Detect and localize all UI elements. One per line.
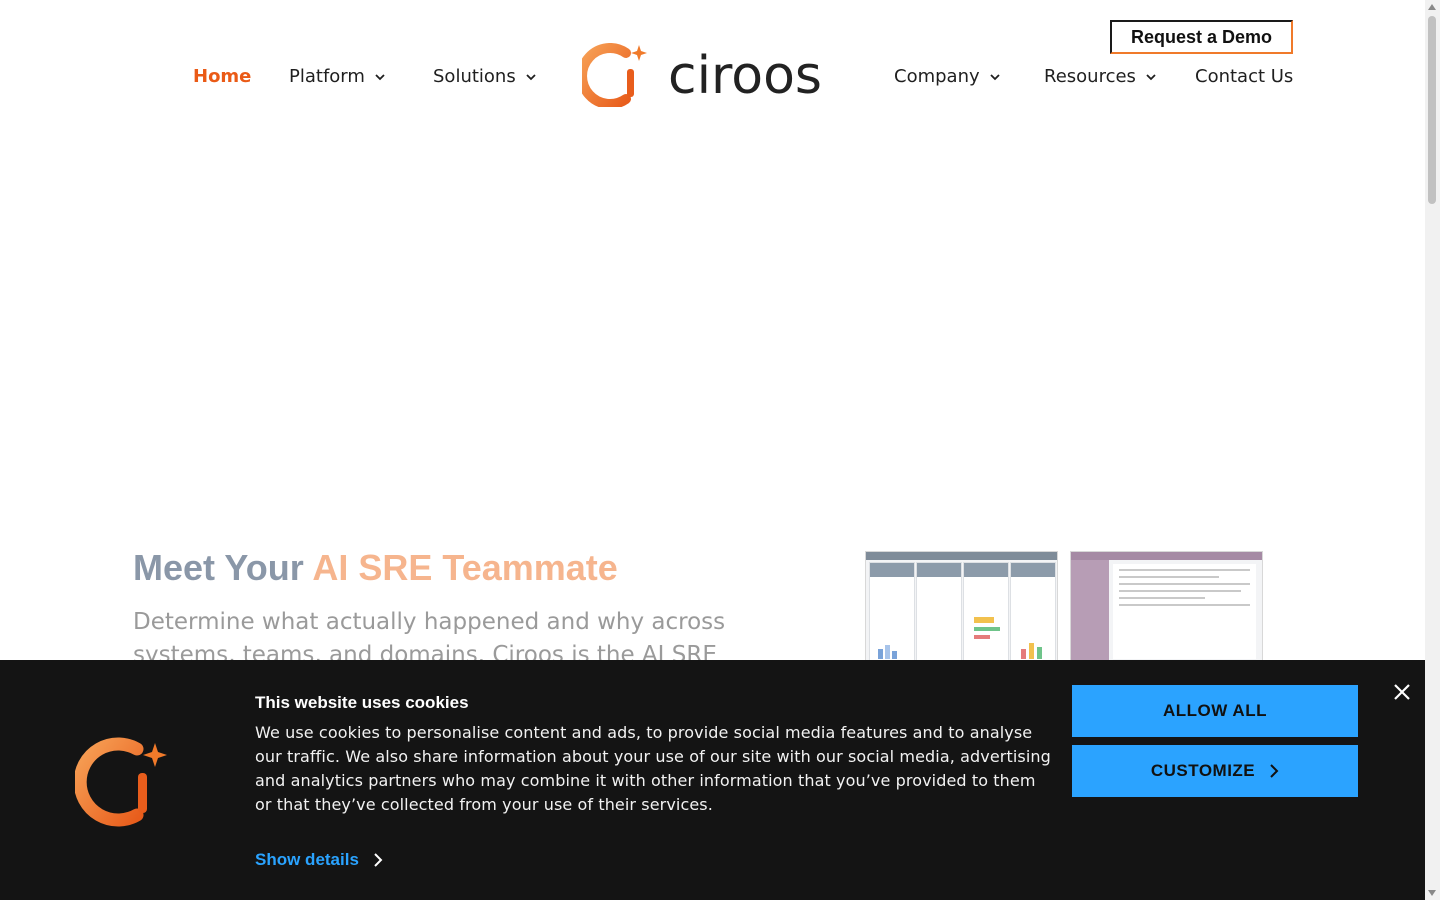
nav-contact-label: Contact Us (1195, 66, 1294, 87)
hero-title-accent: AI SRE Teammate (312, 547, 618, 588)
nav-solutions[interactable]: Solutions (433, 66, 536, 87)
hero-title-prefix: Meet Your (133, 547, 313, 588)
dashboard-screenshot (865, 551, 1058, 666)
dashboard-column (963, 562, 1009, 664)
dashboard-column (869, 562, 915, 664)
page-scrollbar[interactable] (1425, 0, 1440, 900)
chat-pane (1113, 564, 1256, 659)
nav-company[interactable]: Company (894, 66, 1000, 87)
dashboard-column (916, 562, 962, 664)
screenshot-toolbar (1071, 552, 1262, 560)
chevron-down-icon (1146, 73, 1156, 80)
nav-resources[interactable]: Resources (1044, 66, 1156, 87)
nav-platform[interactable]: Platform (289, 66, 385, 87)
chevron-down-icon (375, 73, 385, 80)
chevron-right-icon (1270, 764, 1279, 778)
show-details-link[interactable]: Show details (255, 850, 383, 870)
allow-all-label: ALLOW ALL (1163, 701, 1267, 720)
cookie-text: We use cookies to personalise content an… (255, 723, 1051, 814)
nav-contact[interactable]: Contact Us (1195, 66, 1293, 87)
dashboard-column (1010, 562, 1056, 664)
nav-company-label: Company (894, 66, 980, 87)
chat-sidebar (1071, 560, 1109, 665)
nav-platform-label: Platform (289, 66, 365, 87)
chevron-down-icon (990, 73, 1000, 80)
nav-home[interactable]: Home (193, 66, 251, 87)
scroll-down-arrow[interactable] (1428, 890, 1436, 896)
scroll-up-arrow[interactable] (1428, 4, 1436, 10)
chevron-right-icon (374, 853, 383, 867)
allow-all-button[interactable]: ALLOW ALL (1072, 685, 1358, 737)
customize-button[interactable]: CUSTOMIZE (1072, 745, 1358, 797)
logo-wordmark: ciroos (668, 46, 822, 106)
nav-resources-label: Resources (1044, 66, 1136, 87)
close-icon[interactable] (1392, 682, 1412, 702)
nav-solutions-label: Solutions (433, 66, 516, 87)
nav-home-label: Home (193, 66, 252, 87)
cookie-title: This website uses cookies (255, 693, 469, 712)
screenshot-toolbar (866, 552, 1057, 560)
chevron-down-icon (526, 73, 536, 80)
request-demo-button[interactable]: Request a Demo (1110, 20, 1293, 54)
show-details-label: Show details (255, 850, 359, 869)
ciroos-logo[interactable]: ciroos (582, 43, 844, 107)
scroll-thumb[interactable] (1428, 16, 1436, 204)
ciroos-logo-icon (75, 737, 167, 827)
chat-screenshot (1070, 551, 1263, 666)
hero-title: Meet Your AI SRE Teammate (133, 547, 618, 589)
customize-label: CUSTOMIZE (1150, 761, 1256, 780)
